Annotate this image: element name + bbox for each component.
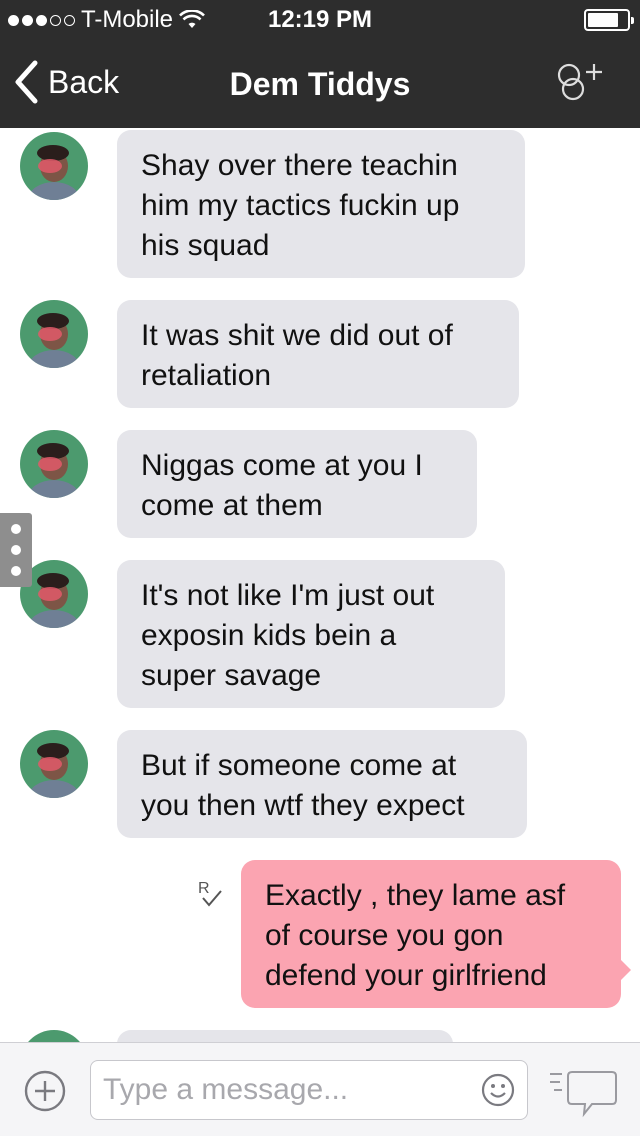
contact-avatar[interactable] [20,300,88,368]
message-line: defend your girlfriend [265,959,547,992]
add-group-icon[interactable] [550,62,610,106]
message-bubble-incoming[interactable]: Shay over there teachin him my tactics f… [117,130,525,278]
message-bubble-incoming-partial[interactable] [117,1030,453,1042]
back-label: Back [48,63,120,100]
avatar-image [20,730,88,798]
contact-avatar[interactable] [20,730,88,798]
nav-bar: Back Dem Tiddys [0,40,640,128]
message-line: him my tactics fuckin up [141,189,460,222]
back-button[interactable]: Back [14,60,119,104]
message-line: But if someone come at [141,749,457,782]
message-line: super savage [141,659,322,692]
message-line: retaliation [141,359,272,392]
message-line: his squad [141,229,270,262]
contact-avatar[interactable] [20,132,88,200]
plus-icon[interactable] [24,1070,66,1112]
message-bubble-incoming[interactable]: It's not like I'm just out exposin kids … [117,560,505,708]
message-bubble-outgoing[interactable]: Exactly , they lame asf of course you go… [241,860,631,1008]
read-receipt-icon: R [198,880,222,907]
avatar-image [20,132,88,200]
message-line: you then wtf they expect [141,789,465,822]
message-bubble-incoming[interactable]: It was shit we did out of retaliation [117,300,519,408]
message-line: of course you gon [265,919,504,952]
message-line: Exactly , they lame asf [265,879,566,912]
message-bubble-incoming[interactable]: But if someone come at you then wtf they… [117,730,527,838]
message-input[interactable] [101,1061,475,1119]
message-line: Niggas come at you I [141,449,423,482]
message-line: Shay over there teachin [141,149,458,182]
message-line: exposin kids bein a [141,619,397,652]
back-chevron-icon [15,60,38,104]
send-bubble-icon[interactable] [548,1070,618,1118]
battery-icon [584,9,634,31]
svg-text:R: R [198,880,210,897]
avatar-image [20,430,88,498]
side-drawer-handle[interactable] [0,513,32,587]
status-time: 12:19 PM [267,6,373,33]
message-field[interactable] [90,1060,528,1120]
contact-avatar[interactable] [20,430,88,498]
composer-bar [0,1042,640,1136]
message-bubble-incoming[interactable]: Niggas come at you I come at them [117,430,477,538]
status-bar: T-Mobile 12:19 PM [0,0,640,40]
contact-avatar[interactable] [20,1030,88,1042]
message-line: It's not like I'm just out [141,579,435,612]
message-line: It was shit we did out of [141,319,453,352]
avatar-image [20,300,88,368]
avatar-image [20,1030,88,1042]
smiley-icon[interactable] [481,1073,515,1107]
message-line: come at them [141,489,323,522]
message-list: Shay over there teachin him my tactics f… [0,128,640,1042]
